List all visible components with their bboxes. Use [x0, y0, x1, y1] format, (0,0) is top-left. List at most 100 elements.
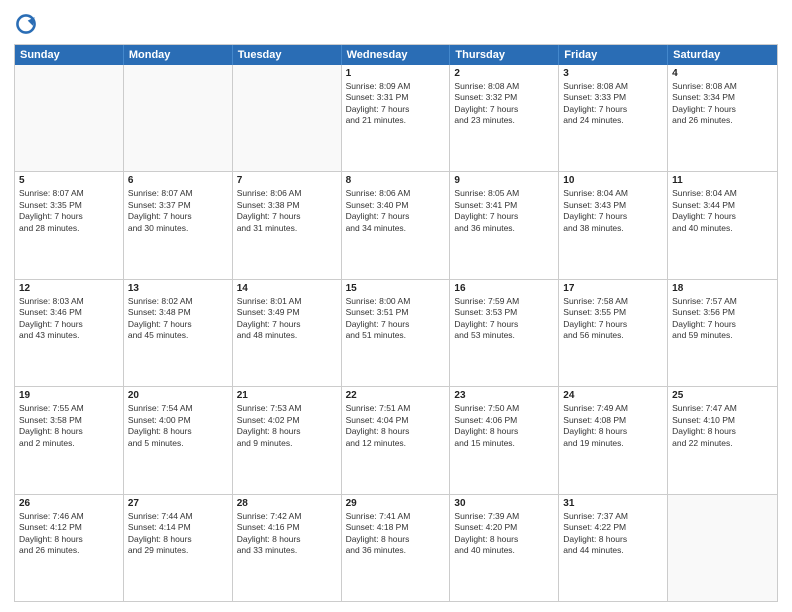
- calendar-row-2: 5 Sunrise: 8:07 AM Sunset: 3:35 PM Daylig…: [15, 171, 777, 278]
- calendar-header: SundayMondayTuesdayWednesdayThursdayFrid…: [15, 45, 777, 65]
- day-number: 17: [563, 283, 663, 294]
- page: SundayMondayTuesdayWednesdayThursdayFrid…: [0, 0, 792, 612]
- day-number: 26: [19, 498, 119, 509]
- day-info: Sunrise: 8:08 AM Sunset: 3:34 PM Dayligh…: [672, 81, 773, 127]
- day-cell-11: 11 Sunrise: 8:04 AM Sunset: 3:44 PM Dayli…: [668, 172, 777, 278]
- empty-cell: [15, 65, 124, 171]
- day-info: Sunrise: 8:07 AM Sunset: 3:35 PM Dayligh…: [19, 188, 119, 234]
- day-cell-14: 14Sunrise: 8:01 AM Sunset: 3:49 PM Dayli…: [233, 280, 342, 386]
- day-number: 7: [237, 175, 337, 186]
- weekday-header-wednesday: Wednesday: [342, 45, 451, 65]
- day-number: 21: [237, 390, 337, 401]
- weekday-header-saturday: Saturday: [668, 45, 777, 65]
- day-cell-24: 24Sunrise: 7:49 AM Sunset: 4:08 PM Dayli…: [559, 387, 668, 493]
- day-cell-23: 23 Sunrise: 7:50 AM Sunset: 4:06 PM Dayli…: [450, 387, 559, 493]
- day-number: 14: [237, 283, 337, 294]
- day-info: Sunrise: 7:50 AM Sunset: 4:06 PM Dayligh…: [454, 403, 554, 449]
- day-cell-30: 30 Sunrise: 7:39 AM Sunset: 4:20 PM Dayli…: [450, 495, 559, 601]
- day-number: 2: [454, 68, 554, 79]
- day-cell-10: 10Sunrise: 8:04 AM Sunset: 3:43 PM Dayli…: [559, 172, 668, 278]
- empty-cell: [124, 65, 233, 171]
- empty-cell: [668, 495, 777, 601]
- calendar-row-4: 19 Sunrise: 7:55 AM Sunset: 3:58 PM Dayli…: [15, 386, 777, 493]
- day-number: 22: [346, 390, 446, 401]
- header: [14, 12, 778, 36]
- day-cell-15: 15Sunrise: 8:00 AM Sunset: 3:51 PM Dayli…: [342, 280, 451, 386]
- day-number: 25: [672, 390, 773, 401]
- day-number: 20: [128, 390, 228, 401]
- day-cell-9: 9 Sunrise: 8:05 AM Sunset: 3:41 PM Daylig…: [450, 172, 559, 278]
- day-cell-19: 19 Sunrise: 7:55 AM Sunset: 3:58 PM Dayli…: [15, 387, 124, 493]
- day-info: Sunrise: 7:54 AM Sunset: 4:00 PM Dayligh…: [128, 403, 228, 449]
- day-cell-28: 28 Sunrise: 7:42 AM Sunset: 4:16 PM Dayli…: [233, 495, 342, 601]
- weekday-header-friday: Friday: [559, 45, 668, 65]
- day-cell-17: 17 Sunrise: 7:58 AM Sunset: 3:55 PM Dayli…: [559, 280, 668, 386]
- day-cell-13: 13 Sunrise: 8:02 AM Sunset: 3:48 PM Dayli…: [124, 280, 233, 386]
- day-info: Sunrise: 7:41 AM Sunset: 4:18 PM Dayligh…: [346, 511, 446, 557]
- day-cell-6: 6Sunrise: 8:07 AM Sunset: 3:37 PM Daylig…: [124, 172, 233, 278]
- day-number: 28: [237, 498, 337, 509]
- day-info: Sunrise: 7:49 AM Sunset: 4:08 PM Dayligh…: [563, 403, 663, 449]
- day-number: 13: [128, 283, 228, 294]
- day-number: 30: [454, 498, 554, 509]
- logo: [14, 12, 42, 36]
- logo-icon: [14, 12, 38, 36]
- day-cell-21: 21 Sunrise: 7:53 AM Sunset: 4:02 PM Dayli…: [233, 387, 342, 493]
- empty-cell: [233, 65, 342, 171]
- day-number: 16: [454, 283, 554, 294]
- calendar: SundayMondayTuesdayWednesdayThursdayFrid…: [14, 44, 778, 602]
- day-cell-29: 29 Sunrise: 7:41 AM Sunset: 4:18 PM Dayli…: [342, 495, 451, 601]
- day-number: 19: [19, 390, 119, 401]
- day-number: 11: [672, 175, 773, 186]
- day-cell-27: 27 Sunrise: 7:44 AM Sunset: 4:14 PM Dayli…: [124, 495, 233, 601]
- day-info: Sunrise: 7:39 AM Sunset: 4:20 PM Dayligh…: [454, 511, 554, 557]
- day-cell-31: 31Sunrise: 7:37 AM Sunset: 4:22 PM Dayli…: [559, 495, 668, 601]
- day-cell-20: 20 Sunrise: 7:54 AM Sunset: 4:00 PM Dayli…: [124, 387, 233, 493]
- day-info: Sunrise: 8:04 AM Sunset: 3:44 PM Dayligh…: [672, 188, 773, 234]
- day-cell-18: 18 Sunrise: 7:57 AM Sunset: 3:56 PM Dayli…: [668, 280, 777, 386]
- day-number: 1: [346, 68, 446, 79]
- day-cell-16: 16 Sunrise: 7:59 AM Sunset: 3:53 PM Dayli…: [450, 280, 559, 386]
- day-info: Sunrise: 7:58 AM Sunset: 3:55 PM Dayligh…: [563, 296, 663, 342]
- weekday-header-thursday: Thursday: [450, 45, 559, 65]
- day-info: Sunrise: 8:03 AM Sunset: 3:46 PM Dayligh…: [19, 296, 119, 342]
- day-number: 9: [454, 175, 554, 186]
- calendar-row-1: 1Sunrise: 8:09 AM Sunset: 3:31 PM Daylig…: [15, 65, 777, 171]
- day-info: Sunrise: 8:06 AM Sunset: 3:40 PM Dayligh…: [346, 188, 446, 234]
- weekday-header-tuesday: Tuesday: [233, 45, 342, 65]
- day-number: 8: [346, 175, 446, 186]
- day-info: Sunrise: 7:51 AM Sunset: 4:04 PM Dayligh…: [346, 403, 446, 449]
- day-info: Sunrise: 7:55 AM Sunset: 3:58 PM Dayligh…: [19, 403, 119, 449]
- calendar-row-3: 12 Sunrise: 8:03 AM Sunset: 3:46 PM Dayli…: [15, 279, 777, 386]
- day-info: Sunrise: 7:57 AM Sunset: 3:56 PM Dayligh…: [672, 296, 773, 342]
- day-cell-7: 7Sunrise: 8:06 AM Sunset: 3:38 PM Daylig…: [233, 172, 342, 278]
- day-cell-1: 1Sunrise: 8:09 AM Sunset: 3:31 PM Daylig…: [342, 65, 451, 171]
- day-number: 27: [128, 498, 228, 509]
- day-info: Sunrise: 7:53 AM Sunset: 4:02 PM Dayligh…: [237, 403, 337, 449]
- day-cell-8: 8 Sunrise: 8:06 AM Sunset: 3:40 PM Daylig…: [342, 172, 451, 278]
- day-cell-12: 12 Sunrise: 8:03 AM Sunset: 3:46 PM Dayli…: [15, 280, 124, 386]
- day-info: Sunrise: 8:04 AM Sunset: 3:43 PM Dayligh…: [563, 188, 663, 234]
- day-number: 23: [454, 390, 554, 401]
- calendar-body: 1Sunrise: 8:09 AM Sunset: 3:31 PM Daylig…: [15, 65, 777, 601]
- day-info: Sunrise: 8:00 AM Sunset: 3:51 PM Dayligh…: [346, 296, 446, 342]
- day-cell-22: 22 Sunrise: 7:51 AM Sunset: 4:04 PM Dayli…: [342, 387, 451, 493]
- day-info: Sunrise: 7:42 AM Sunset: 4:16 PM Dayligh…: [237, 511, 337, 557]
- day-info: Sunrise: 8:05 AM Sunset: 3:41 PM Dayligh…: [454, 188, 554, 234]
- day-info: Sunrise: 7:44 AM Sunset: 4:14 PM Dayligh…: [128, 511, 228, 557]
- day-number: 18: [672, 283, 773, 294]
- day-info: Sunrise: 8:08 AM Sunset: 3:32 PM Dayligh…: [454, 81, 554, 127]
- calendar-row-5: 26Sunrise: 7:46 AM Sunset: 4:12 PM Dayli…: [15, 494, 777, 601]
- day-cell-3: 3Sunrise: 8:08 AM Sunset: 3:33 PM Daylig…: [559, 65, 668, 171]
- day-number: 29: [346, 498, 446, 509]
- day-number: 12: [19, 283, 119, 294]
- day-info: Sunrise: 8:08 AM Sunset: 3:33 PM Dayligh…: [563, 81, 663, 127]
- day-cell-26: 26Sunrise: 7:46 AM Sunset: 4:12 PM Dayli…: [15, 495, 124, 601]
- day-number: 4: [672, 68, 773, 79]
- day-info: Sunrise: 7:59 AM Sunset: 3:53 PM Dayligh…: [454, 296, 554, 342]
- day-info: Sunrise: 8:02 AM Sunset: 3:48 PM Dayligh…: [128, 296, 228, 342]
- day-cell-25: 25Sunrise: 7:47 AM Sunset: 4:10 PM Dayli…: [668, 387, 777, 493]
- day-number: 6: [128, 175, 228, 186]
- day-number: 5: [19, 175, 119, 186]
- weekday-header-sunday: Sunday: [15, 45, 124, 65]
